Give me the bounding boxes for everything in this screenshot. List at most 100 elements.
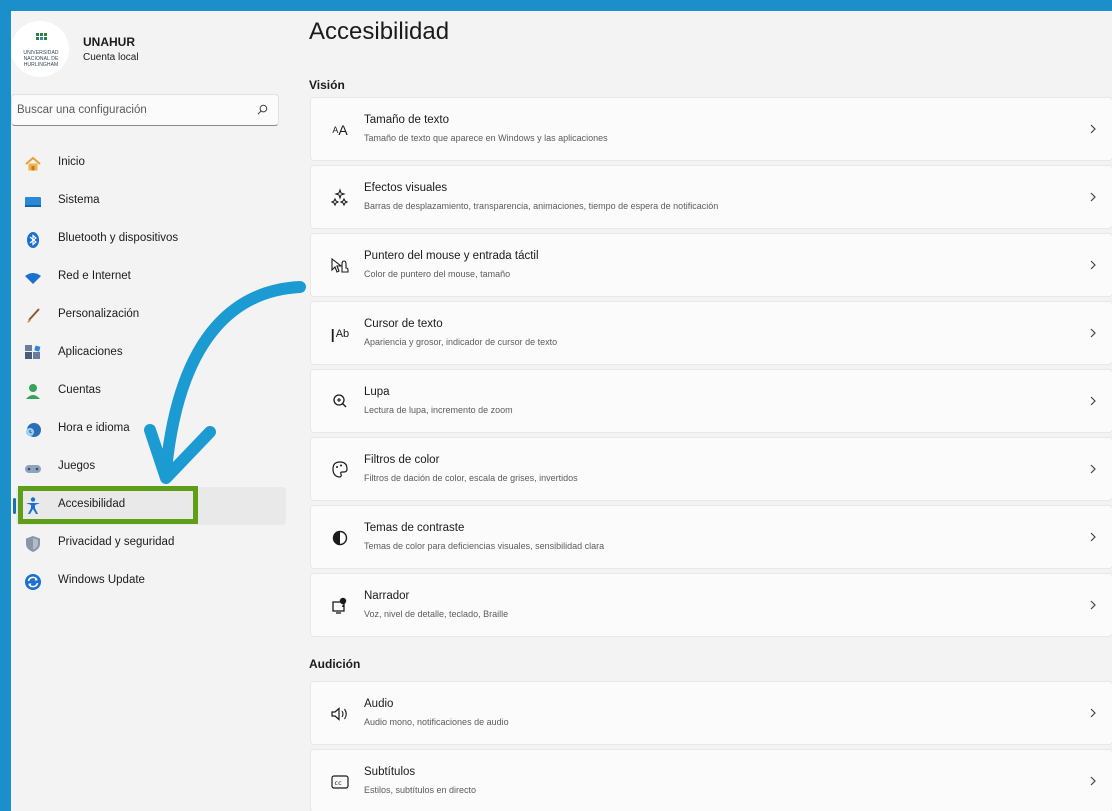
card-title: Puntero del mouse y entrada táctil (364, 250, 539, 262)
card-title: Audio (364, 698, 394, 710)
main-content: Accesibilidad Visión AA Tamaño de texto … (308, 11, 1112, 811)
chevron-right-icon (1090, 776, 1096, 786)
chevron-right-icon (1090, 192, 1096, 202)
sidebar-item-red[interactable]: Red e Internet (16, 259, 286, 297)
sidebar-item-label: Personalización (58, 308, 140, 320)
search-icon[interactable] (257, 104, 268, 115)
sidebar-item-label: Privacidad y seguridad (58, 536, 175, 548)
sidebar-item-windows-update[interactable]: Windows Update (16, 563, 286, 601)
sidebar-item-inicio[interactable]: Inicio (16, 145, 286, 183)
card-title: Efectos visuales (364, 182, 448, 194)
card-title: Narrador (364, 590, 410, 602)
text-cursor-icon: | Ab (330, 326, 350, 342)
sidebar-item-label: Accesibilidad (58, 498, 126, 510)
svg-text:cc: cc (335, 779, 343, 787)
sidebar: Universidad Nacional de Hurlingham UNAHU… (11, 11, 301, 811)
chevron-right-icon (1090, 532, 1096, 542)
sidebar-item-label: Cuentas (58, 384, 101, 396)
shield-icon (26, 536, 40, 552)
search-input[interactable] (12, 95, 248, 125)
logo-text: Universidad Nacional de Hurlingham (23, 50, 59, 68)
chevron-right-icon (1090, 396, 1096, 406)
card-title: Cursor de texto (364, 318, 443, 330)
card-subtitle: Audio mono, notificaciones de audio (364, 717, 509, 727)
setting-card-text-cursor[interactable]: | Ab Cursor de texto Apariencia y grosor,… (310, 301, 1112, 365)
card-title: Filtros de color (364, 454, 440, 466)
narrator-icon (332, 597, 347, 614)
sidebar-item-hora[interactable]: Hora e idioma (16, 411, 286, 449)
card-subtitle: Filtros de dación de color, escala de gr… (364, 473, 578, 483)
sidebar-item-privacidad[interactable]: Privacidad y seguridad (16, 525, 286, 563)
sidebar-item-label: Bluetooth y dispositivos (58, 232, 179, 244)
unahur-logo-icon (36, 33, 48, 42)
color-filter-icon (332, 461, 348, 478)
sidebar-item-label: Juegos (58, 460, 96, 472)
nav-list: Inicio Sistema Bluetooth y dispositivos (11, 145, 301, 601)
sidebar-item-cuentas[interactable]: Cuentas (16, 373, 286, 411)
account-name: UNAHUR (83, 35, 135, 49)
system-icon (25, 197, 41, 207)
chevron-right-icon (1090, 600, 1096, 610)
chevron-right-icon (1090, 260, 1096, 270)
card-subtitle: Tamaño de texto que aparece en Windows y… (364, 133, 608, 143)
sidebar-item-label: Red e Internet (58, 270, 131, 282)
time-language-icon (26, 423, 41, 437)
sidebar-item-bluetooth[interactable]: Bluetooth y dispositivos (16, 221, 286, 259)
card-subtitle: Voz, nivel de detalle, teclado, Braille (364, 609, 509, 619)
brush-icon (27, 308, 40, 323)
sidebar-item-aplicaciones[interactable]: Aplicaciones (16, 335, 286, 373)
setting-card-mouse-pointer[interactable]: Puntero del mouse y entrada táctil Color… (310, 233, 1112, 297)
settings-window: Universidad Nacional de Hurlingham UNAHU… (11, 11, 1112, 811)
setting-card-contrast-themes[interactable]: Temas de contraste Temas de color para d… (310, 505, 1112, 569)
update-icon (25, 574, 41, 590)
setting-card-visual-effects[interactable]: Efectos visuales Barras de desplazamient… (310, 165, 1112, 229)
card-subtitle: Color de puntero del mouse, tamaño (364, 269, 511, 279)
card-title: Subtítulos (364, 766, 416, 778)
sidebar-item-personalizacion[interactable]: Personalización (16, 297, 286, 335)
card-subtitle: Estilos, subtítulos en directo (364, 785, 477, 795)
account-icon (26, 384, 40, 399)
search-box (11, 94, 279, 126)
sidebar-item-label: Sistema (58, 194, 100, 206)
gamepad-icon (25, 465, 41, 473)
network-icon (25, 273, 41, 284)
setting-card-color-filters[interactable]: Filtros de color Filtros de dación de co… (310, 437, 1112, 501)
setting-card-audio[interactable]: Audio Audio mono, notificaciones de audi… (310, 681, 1112, 745)
sidebar-item-label: Windows Update (58, 574, 145, 586)
avatar: Universidad Nacional de Hurlingham (11, 21, 69, 77)
setting-card-captions[interactable]: cc Subtítulos Estilos, subtítulos en dir… (310, 749, 1112, 811)
card-subtitle: Temas de color para deficiencias visuale… (364, 541, 605, 551)
contrast-icon (332, 530, 348, 546)
setting-card-text-size[interactable]: AA Tamaño de texto Tamaño de texto que a… (310, 97, 1112, 161)
visual-effects-icon (330, 188, 349, 207)
setting-card-magnifier[interactable]: Lupa Lectura de lupa, incremento de zoom (310, 369, 1112, 433)
chevron-right-icon (1090, 708, 1096, 718)
card-title: Lupa (364, 386, 390, 398)
setting-card-narrator[interactable]: Narrador Voz, nivel de detalle, teclado,… (310, 573, 1112, 637)
card-title: Tamaño de texto (364, 114, 450, 126)
sidebar-item-sistema[interactable]: Sistema (16, 183, 286, 221)
sidebar-item-accesibilidad[interactable]: Accesibilidad (13, 487, 286, 525)
apps-icon (25, 345, 41, 359)
chevron-right-icon (1090, 464, 1096, 474)
sidebar-item-juegos[interactable]: Juegos (16, 449, 286, 487)
active-indicator (13, 498, 16, 514)
page-title: Accesibilidad (309, 18, 450, 45)
home-icon (25, 156, 41, 171)
card-subtitle: Apariencia y grosor, indicador de cursor… (364, 337, 558, 347)
magnifier-icon (333, 394, 347, 408)
chevron-right-icon (1090, 328, 1096, 338)
card-title: Temas de contraste (364, 522, 465, 534)
captions-icon: cc (331, 775, 349, 789)
section-title-audicion: Audición (309, 657, 361, 671)
section-title-vision: Visión (309, 78, 345, 92)
card-subtitle: Barras de desplazamiento, transparencia,… (364, 201, 719, 211)
account-type: Cuenta local (83, 52, 139, 63)
sidebar-item-label: Aplicaciones (58, 346, 123, 358)
card-subtitle: Lectura de lupa, incremento de zoom (364, 405, 513, 415)
accessibility-icon (26, 497, 40, 514)
sidebar-item-label: Inicio (58, 156, 85, 168)
text-size-icon: AA (332, 122, 348, 138)
account-header[interactable]: Universidad Nacional de Hurlingham UNAHU… (11, 19, 291, 79)
sidebar-item-label: Hora e idioma (58, 422, 130, 434)
